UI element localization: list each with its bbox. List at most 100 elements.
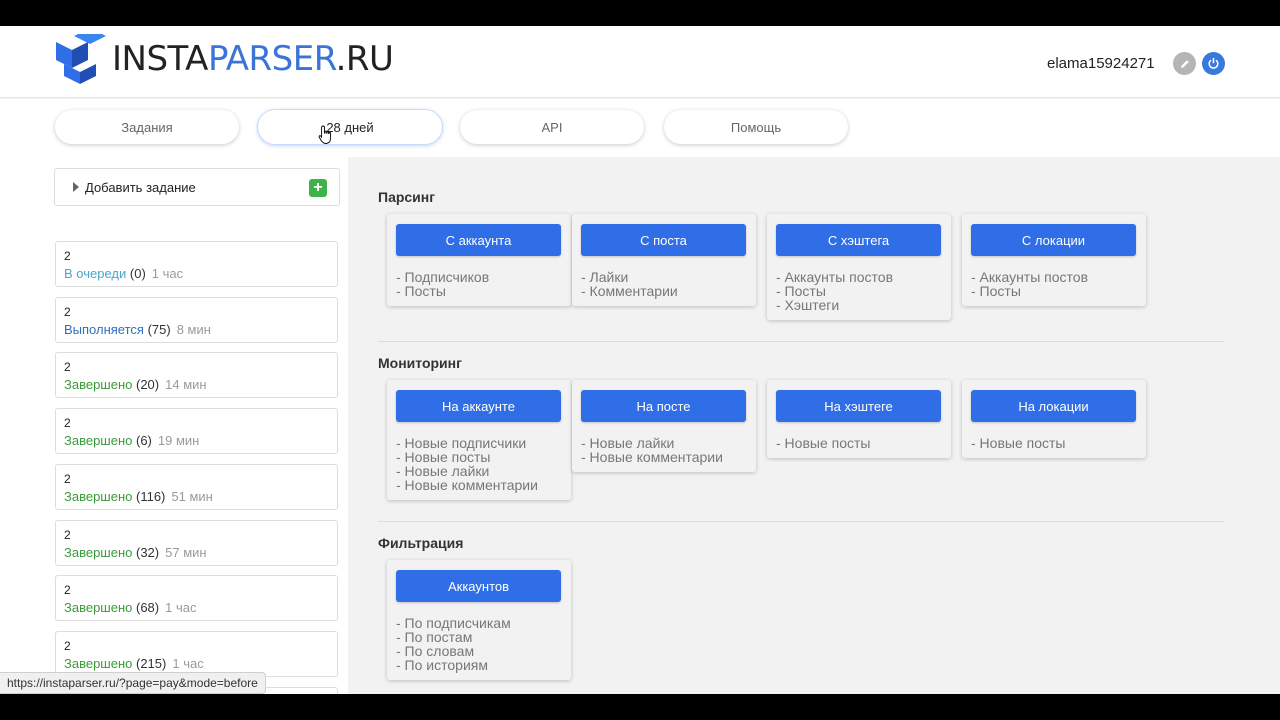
card-item: - По историям (396, 657, 488, 673)
task-count: (0) (129, 266, 146, 281)
logo-insta: INSTA (112, 39, 208, 79)
card-item: - Новые комментарии (396, 477, 538, 493)
section-title-monitoring: Мониторинг (378, 355, 462, 371)
monitor-card-account: На аккаунте - Новые подписчики - Новые по… (387, 380, 571, 500)
task-count: (20) (136, 377, 160, 392)
browser-viewport: INSTAPARSER.RU elama15924271 Задания 28 … (0, 26, 1280, 694)
pencil-icon (1180, 59, 1189, 68)
section-divider (378, 341, 1224, 342)
logout-button[interactable] (1202, 52, 1225, 75)
tab-28-days[interactable]: 28 дней (258, 110, 442, 144)
card-item: - По постам (396, 629, 473, 645)
task-time: 1 час (172, 656, 204, 671)
task-status: Выполняется (64, 322, 144, 337)
task-number: 2 (64, 583, 71, 597)
task-time: 14 мин (165, 377, 207, 392)
power-icon (1208, 58, 1219, 69)
task-time: 1 час (151, 266, 184, 281)
task-number: 2 (64, 360, 71, 374)
monitor-location-button[interactable]: На локации (971, 390, 1136, 422)
logo-parser: PARSER (207, 39, 336, 79)
monitor-hashtag-button[interactable]: На хэштеге (776, 390, 941, 422)
task-status: Завершено (64, 377, 133, 392)
monitor-card-hashtag: На хэштеге - Новые посты (767, 380, 951, 458)
card-item: - Лайки (581, 269, 629, 285)
tab-api[interactable]: API (460, 110, 644, 144)
main-panel: Парсинг С аккаунта - Подписчиков - Посты … (348, 157, 1280, 694)
tab-help[interactable]: Помощь (664, 110, 848, 144)
site-logo[interactable]: INSTAPARSER.RU (54, 34, 394, 84)
monitor-account-button[interactable]: На аккаунте (396, 390, 561, 422)
task-number: 2 (64, 528, 71, 542)
task-time: 19 мин (157, 433, 200, 448)
card-item: - Новые посты (971, 435, 1066, 451)
logo-ru: .RU (335, 39, 394, 79)
card-item: - По словам (396, 643, 475, 659)
section-title-filtering: Фильтрация (378, 535, 464, 551)
task-item[interactable]: 2 Завершено (20) 14 мин (55, 352, 338, 398)
task-count: (75) (147, 322, 171, 337)
task-number: 2 (64, 416, 71, 430)
parse-location-button[interactable]: С локации (971, 224, 1136, 256)
task-count: (215) (136, 656, 167, 671)
task-count: (6) (136, 433, 152, 448)
tab-tasks[interactable]: Задания (55, 110, 239, 144)
card-item: - Посты (396, 283, 446, 299)
card-item: - Новые лайки (581, 435, 675, 451)
logo-text: INSTAPARSER.RU (112, 39, 394, 79)
add-task-toggle[interactable]: Добавить задание + (54, 168, 340, 206)
task-status: В очереди (64, 266, 127, 281)
card-item: - Новые посты (776, 435, 871, 451)
card-item: - Посты (776, 283, 826, 299)
card-item: - Хэштеги (776, 297, 840, 313)
task-item[interactable]: 2 Завершено (215) 1 час (55, 631, 338, 677)
filter-card-accounts: Аккаунтов - По подписчикам - По постам - П… (387, 560, 571, 680)
card-item: - Новые посты (396, 449, 491, 465)
task-time: 57 мин (165, 545, 207, 560)
card-item: - По подписчикам (396, 615, 511, 631)
task-item[interactable]: 2 В очереди (0) 1 час (55, 241, 338, 287)
add-task-label: Добавить задание (85, 179, 196, 195)
card-item: - Комментарии (581, 283, 678, 299)
parse-hashtag-button[interactable]: С хэштега (776, 224, 941, 256)
expand-triangle-icon (73, 182, 79, 192)
task-status: Завершено (64, 489, 133, 504)
card-item: - Новые подписчики (396, 435, 527, 451)
card-item: - Подписчиков (396, 269, 490, 285)
task-item[interactable]: 2 Завершено (6) 19 мин (55, 408, 338, 454)
task-count: (68) (136, 600, 160, 615)
task-status: Завершено (64, 600, 133, 615)
task-item[interactable]: 2 Выполняется (75) 8 мин (55, 297, 338, 343)
task-number: 2 (64, 472, 71, 486)
username[interactable]: elama15924271 (1047, 55, 1155, 72)
task-status: Завершено (64, 433, 133, 448)
filter-accounts-button[interactable]: Аккаунтов (396, 570, 561, 602)
parse-post-button[interactable]: С поста (581, 224, 746, 256)
task-number: 2 (64, 249, 71, 263)
parse-card-account: С аккаунта - Подписчиков - Посты (387, 214, 571, 306)
card-item: - Новые комментарии (581, 449, 723, 465)
parse-account-button[interactable]: С аккаунта (396, 224, 561, 256)
task-item[interactable]: 2 Завершено (116) 51 мин (55, 464, 338, 510)
edit-profile-button[interactable] (1173, 52, 1196, 75)
task-count: (116) (136, 489, 166, 504)
parse-card-post: С поста - Лайки - Комментарии (572, 214, 756, 306)
parse-card-hashtag: С хэштега - Аккаунты постов - Посты - Хэшт… (767, 214, 951, 320)
card-item: - Новые лайки (396, 463, 490, 479)
site-header: INSTAPARSER.RU elama15924271 (0, 26, 1280, 98)
monitor-post-button[interactable]: На посте (581, 390, 746, 422)
task-item[interactable]: 2 Завершено (32) 57 мин (55, 520, 338, 566)
add-plus-icon[interactable]: + (309, 179, 327, 197)
main-nav: Задания 28 дней API Помощь (0, 99, 1280, 157)
task-time: 51 мин (171, 489, 213, 504)
card-item: - Посты (971, 283, 1021, 299)
task-time: 1 час (165, 600, 197, 615)
task-item[interactable]: 2 Завершено (68) 1 час (55, 575, 338, 621)
task-status: Завершено (64, 656, 133, 671)
card-item: - Аккаунты постов (971, 269, 1089, 285)
hand-cursor-icon (318, 125, 332, 144)
task-sidebar: Добавить задание + 2 В очереди (0) 1 час … (0, 157, 348, 694)
task-status: Завершено (64, 545, 133, 560)
section-divider (378, 521, 1224, 522)
task-number: 2 (64, 639, 71, 653)
